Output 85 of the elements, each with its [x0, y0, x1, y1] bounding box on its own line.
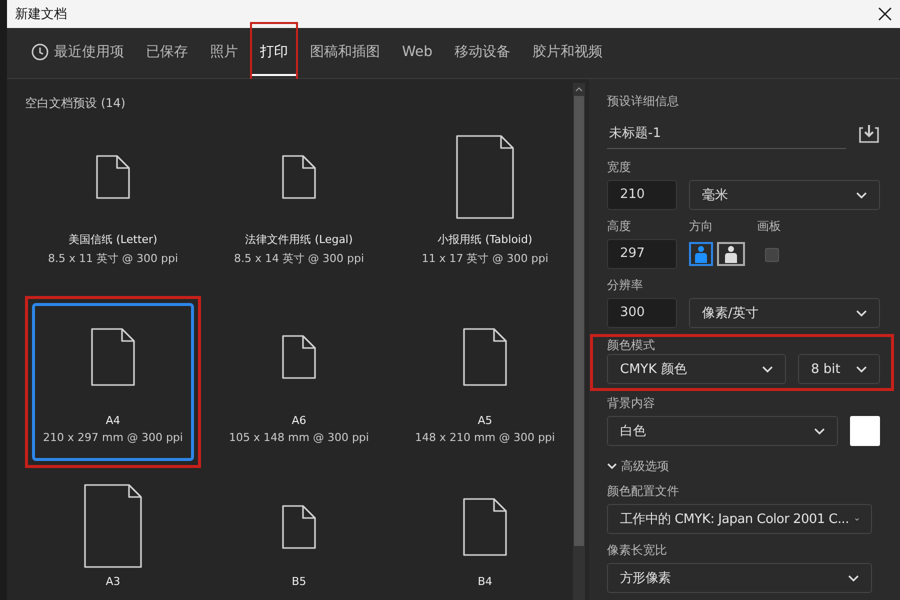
document-icon	[281, 504, 317, 550]
window-title: 新建文档	[15, 6, 67, 23]
preset-size: 8.5 x 14 英寸 @ 300 ppi	[234, 251, 364, 266]
chevron-down-icon	[856, 192, 867, 198]
unit-dropdown[interactable]: 毫米	[689, 180, 880, 210]
tab[interactable]: 照片	[202, 30, 246, 76]
section-heading: 空白文档预设 (14)	[25, 95, 126, 112]
preset-card[interactable]: A3	[32, 481, 194, 593]
chevron-down-icon	[856, 366, 867, 372]
preset-name: 美国信纸 (Letter)	[68, 232, 158, 247]
preset-size: 148 x 210 mm @ 300 ppi	[415, 431, 555, 444]
close-icon[interactable]	[878, 7, 892, 21]
tab[interactable]: Web	[394, 30, 441, 76]
tab[interactable]: 图稿和插图	[302, 30, 388, 76]
preset-name: A5	[478, 414, 492, 427]
tab[interactable]: 胶片和视频	[524, 30, 611, 76]
field-label: 像素长宽比	[607, 542, 668, 559]
scroll-up-icon[interactable]	[575, 87, 583, 92]
section-heading: 预设详细信息	[607, 93, 680, 110]
preset-card[interactable]: 美国信纸 (Letter) 8.5 x 11 英寸 @ 300 ppi	[32, 125, 194, 283]
save-preset-icon[interactable]	[858, 124, 880, 144]
preset-size: 210 x 297 mm @ 300 ppi	[43, 431, 183, 444]
bit-depth-dropdown[interactable]: 8 bit	[798, 354, 880, 384]
document-icon	[90, 327, 136, 387]
preset-name: B4	[478, 575, 492, 588]
tab[interactable]: 移动设备	[446, 30, 519, 76]
scrollbar[interactable]	[573, 83, 585, 600]
color-profile-dropdown[interactable]: 工作中的 CMYK: Japan Color 2001 C...	[607, 504, 872, 534]
preset-card[interactable]: B4	[404, 481, 566, 593]
field-label: 背景内容	[607, 395, 656, 412]
clock-icon	[31, 43, 49, 61]
height-field[interactable]: 297	[607, 239, 677, 269]
resolution-field[interactable]: 300	[607, 298, 677, 328]
advanced-options-toggle[interactable]: 高级选项	[607, 458, 669, 475]
width-field[interactable]: 210	[607, 180, 677, 210]
person-icon	[693, 245, 709, 263]
field-label: 颜色模式	[607, 338, 655, 352]
preset-name: A6	[292, 414, 306, 427]
color-mode-dropdown[interactable]: CMYK 颜色	[607, 354, 786, 384]
preset-card[interactable]: A6 105 x 148 mm @ 300 ppi	[218, 303, 380, 461]
preset-name: B5	[292, 575, 306, 588]
tab[interactable]: 打印	[252, 30, 296, 76]
artboard-checkbox[interactable]	[765, 248, 779, 262]
document-icon	[462, 327, 508, 387]
document-icon	[455, 134, 515, 220]
chevron-down-icon	[854, 516, 859, 522]
field-label: 宽度	[607, 159, 632, 176]
field-label: 分辨率	[607, 277, 644, 294]
preset-name: A3	[106, 575, 120, 588]
preset-name: 法律文件用纸 (Legal)	[245, 232, 353, 247]
background-dropdown[interactable]: 白色	[607, 416, 838, 446]
color-swatch[interactable]	[850, 416, 880, 446]
document-icon	[281, 334, 317, 380]
chevron-down-icon	[814, 428, 825, 434]
tab[interactable]: 已保存	[138, 30, 196, 76]
preset-card[interactable]: 小报用纸 (Tabloid) 11 x 17 英寸 @ 300 ppi	[404, 125, 566, 283]
preset-card[interactable]: A4 210 x 297 mm @ 300 ppi	[32, 303, 194, 461]
field-label: 颜色配置文件	[607, 483, 680, 500]
field-label: 画板	[757, 218, 781, 235]
scrollbar-thumb[interactable]	[574, 96, 584, 546]
person-icon	[723, 245, 739, 263]
chevron-icon	[607, 463, 617, 470]
document-icon	[462, 496, 508, 556]
pixel-aspect-dropdown[interactable]: 方形像素	[607, 563, 872, 593]
document-icon	[83, 483, 143, 569]
preset-card[interactable]: 法律文件用纸 (Legal) 8.5 x 14 英寸 @ 300 ppi	[218, 125, 380, 283]
preset-name: 小报用纸 (Tabloid)	[438, 232, 532, 247]
preset-size: 11 x 17 英寸 @ 300 ppi	[422, 251, 548, 266]
portrait-button[interactable]	[689, 242, 713, 266]
preset-size: 8.5 x 11 英寸 @ 300 ppi	[48, 251, 178, 266]
document-icon	[95, 154, 131, 200]
field-label: 方向	[689, 218, 714, 235]
field-label: 高度	[607, 218, 632, 235]
landscape-button[interactable]	[717, 242, 745, 266]
unit-dropdown[interactable]: 像素/英寸	[689, 298, 880, 328]
tab[interactable]: 最近使用项	[23, 30, 132, 76]
document-icon	[281, 154, 317, 200]
preset-size: 105 x 148 mm @ 300 ppi	[229, 431, 369, 444]
document-name-field[interactable]: 未标题-1	[607, 118, 846, 149]
preset-card[interactable]: B5	[218, 481, 380, 593]
chevron-down-icon	[848, 574, 859, 582]
chevron-down-icon	[856, 310, 867, 316]
preset-card[interactable]: A5 148 x 210 mm @ 300 ppi	[404, 303, 566, 461]
preset-name: A4	[106, 414, 120, 427]
chevron-down-icon	[762, 366, 773, 372]
